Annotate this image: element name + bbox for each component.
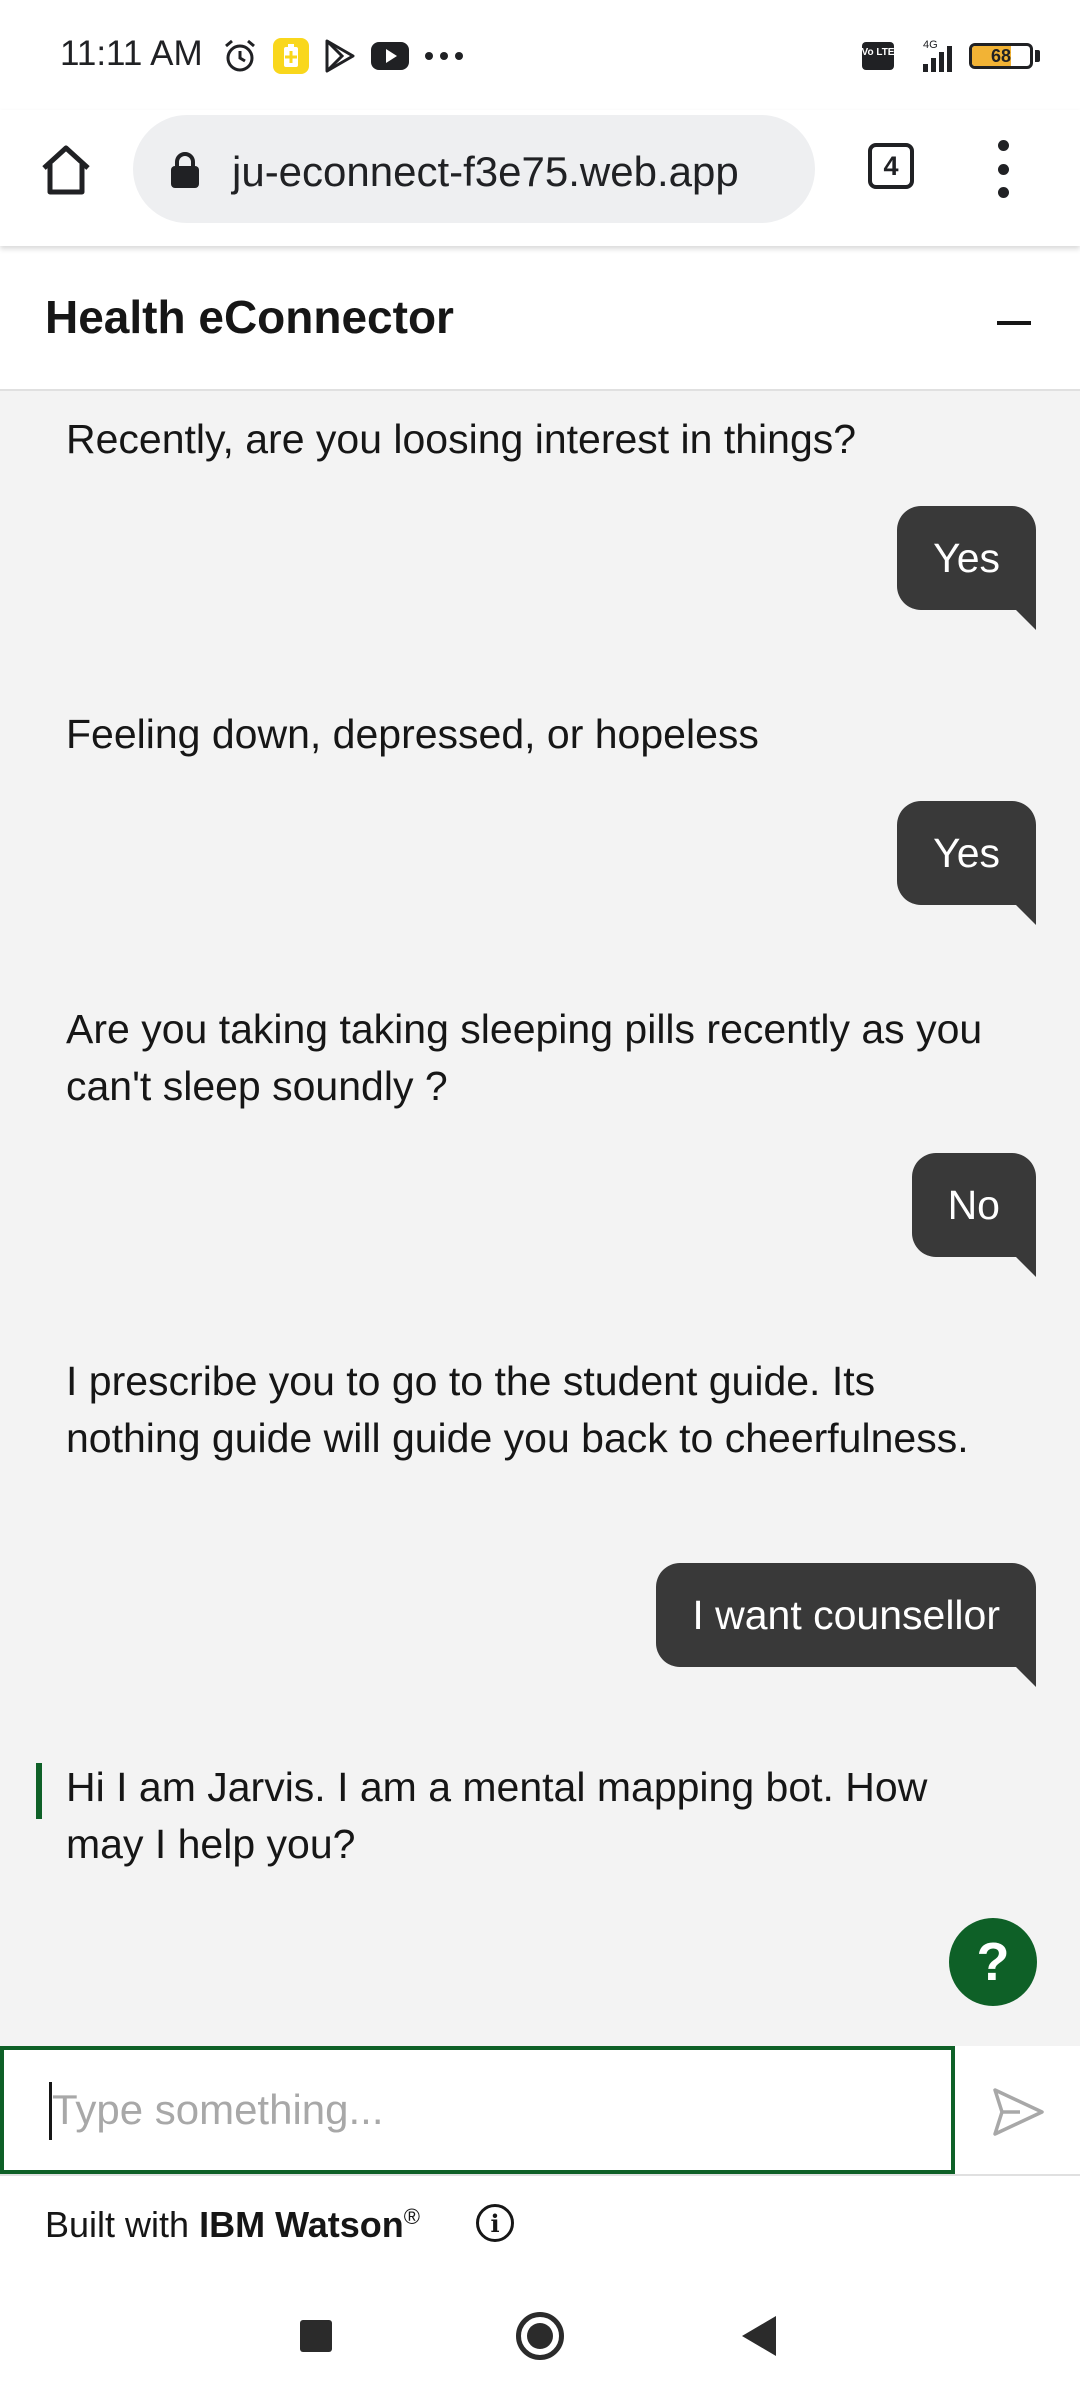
text-cursor [49,2082,52,2140]
bot-message: Recently, are you loosing interest in th… [66,416,857,462]
user-message: Yes [897,801,1036,925]
chat-title: Health eConnector [45,291,454,343]
status-icons-right: Vo LTE 4G 68 [861,36,1040,76]
lock-icon [171,152,199,188]
status-bar: 11:11 AM Vo LTE 4G 68 [0,0,1080,110]
brand-name: IBM Watson [199,2204,404,2245]
bot-message: Feeling down, depressed, or hopeless [66,711,759,757]
volte-icon: Vo LTE [862,42,895,70]
built-with-text: Built with IBM Watson® [45,2204,420,2246]
alarm-icon [225,39,255,72]
message-input[interactable] [0,2046,955,2174]
message-list: Recently, are you loosing interest in th… [0,391,1080,2046]
help-button[interactable]: ? [949,1918,1037,2006]
back-button[interactable] [742,2316,776,2356]
bot-message-latest: Hi I am Jarvis. I am a mental mapping bo… [36,1759,1016,1873]
input-area [0,2046,1080,2174]
battery-saver-icon [273,38,309,74]
chat-header: Health eConnector [0,246,1080,391]
tab-switcher-button[interactable]: 4 [868,143,914,189]
user-message: Yes [897,506,1036,630]
user-message: No [911,1153,1037,1277]
battery-icon: 68 [969,43,1033,69]
bot-message: I prescribe you to go to the student gui… [66,1358,969,1461]
network-type: 4G [923,39,938,51]
browser-toolbar: ju-econnect-f3e75.web.app 4 [0,110,1080,246]
system-nav-bar [0,2272,1080,2400]
built-with-label: Built with [45,2204,190,2245]
info-icon[interactable]: i [476,2204,514,2242]
signal-icon: 4G [923,39,952,72]
watson-footer: Built with IBM Watson® i [0,2174,1080,2276]
home-button[interactable] [36,140,96,200]
volte-label: Vo LTE [862,47,895,58]
battery-level: 68 [990,45,1012,66]
home-nav-button[interactable] [516,2312,564,2360]
play-store-icon [325,39,355,73]
status-time: 11:11 AM [60,34,203,73]
more-icon [425,52,463,60]
send-icon[interactable] [990,2084,1046,2140]
battery-tip [1035,50,1040,62]
registered-mark: ® [403,2204,420,2229]
user-message: I want counsellor [656,1563,1036,1687]
menu-dot [997,163,1009,175]
recent-apps-button[interactable] [300,2320,332,2352]
url-text: ju-econnect-f3e75.web.app [232,148,739,195]
address-bar[interactable]: ju-econnect-f3e75.web.app [133,115,815,223]
menu-dot [997,140,1009,151]
bot-message: Are you taking taking sleeping pills rec… [66,1006,983,1109]
browser-menu-button[interactable] [988,140,1018,198]
home-icon [42,145,90,195]
minimize-button[interactable] [997,314,1031,334]
status-icons-left [222,36,464,76]
youtube-icon [371,42,409,70]
menu-dot [997,187,1009,198]
